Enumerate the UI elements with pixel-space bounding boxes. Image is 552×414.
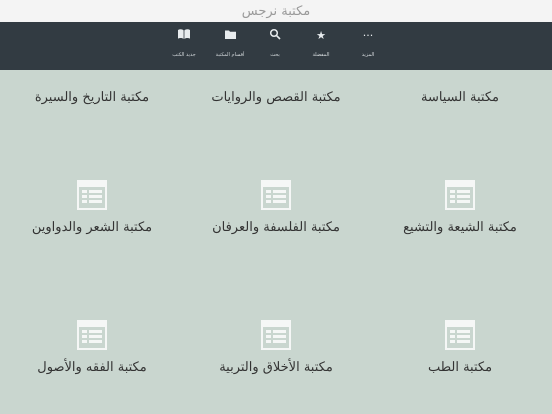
category-label: مكتبة القصص والروايات xyxy=(211,90,341,105)
library-icon xyxy=(261,180,291,210)
tab-sections-label: أقسام المكتبة xyxy=(215,52,245,58)
category-label: مكتبة التاريخ والسيرة xyxy=(34,90,150,105)
tab-new-books-label: جديد الكتب xyxy=(172,52,196,58)
library-icon xyxy=(445,320,475,350)
tab-more[interactable]: ··· المزيد xyxy=(343,28,393,60)
tab-search-label: بحث xyxy=(270,52,280,58)
category-shia[interactable]: مكتبة الشيعة والتشيع xyxy=(368,180,552,235)
category-label: مكتبة الطب xyxy=(427,360,493,375)
category-grid: مكتبة السياسة مكتبة القصص والروايات مكتب… xyxy=(0,70,552,414)
star-icon: ★ xyxy=(316,29,326,42)
tab-favorites[interactable]: ★ المفضلة xyxy=(296,28,346,60)
category-stories-novels[interactable]: مكتبة القصص والروايات xyxy=(184,90,368,105)
library-icon xyxy=(445,180,475,210)
tab-bar: ··· المزيد ★ المفضلة بحث أقسام المكتبة ج… xyxy=(0,22,552,70)
category-jurisprudence[interactable]: مكتبة الفقه والأصول xyxy=(0,320,184,375)
category-label: مكتبة الفلسفة والعرفان xyxy=(212,220,340,235)
library-icon xyxy=(261,320,291,350)
book-icon xyxy=(159,28,209,44)
category-medicine[interactable]: مكتبة الطب xyxy=(368,320,552,375)
category-label: مكتبة السياسة xyxy=(420,90,499,105)
tab-sections[interactable]: أقسام المكتبة xyxy=(205,28,255,60)
search-icon xyxy=(250,28,300,44)
folder-icon xyxy=(205,28,255,44)
category-ethics[interactable]: مكتبة الأخلاق والتربية xyxy=(184,320,368,375)
library-icon xyxy=(77,320,107,350)
tab-favorites-label: المفضلة xyxy=(312,52,330,58)
tab-search[interactable]: بحث xyxy=(250,28,300,60)
app-title: مكتبة نرجس xyxy=(241,4,311,19)
tab-new-books[interactable]: جديد الكتب xyxy=(159,28,209,60)
category-label: مكتبة الفقه والأصول xyxy=(37,360,147,375)
category-label: مكتبة الأخلاق والتربية xyxy=(219,360,333,375)
category-label: مكتبة الشعر والدواوين xyxy=(31,220,153,235)
library-icon xyxy=(77,180,107,210)
tab-more-label: المزيد xyxy=(361,52,375,58)
category-philosophy[interactable]: مكتبة الفلسفة والعرفان xyxy=(184,180,368,235)
category-history-biography[interactable]: مكتبة التاريخ والسيرة xyxy=(0,90,184,105)
category-label: مكتبة الشيعة والتشيع xyxy=(403,220,517,235)
title-bar: مكتبة نرجس xyxy=(0,0,552,22)
category-poetry[interactable]: مكتبة الشعر والدواوين xyxy=(0,180,184,235)
category-politics[interactable]: مكتبة السياسة xyxy=(368,90,552,105)
more-icon: ··· xyxy=(362,29,374,42)
